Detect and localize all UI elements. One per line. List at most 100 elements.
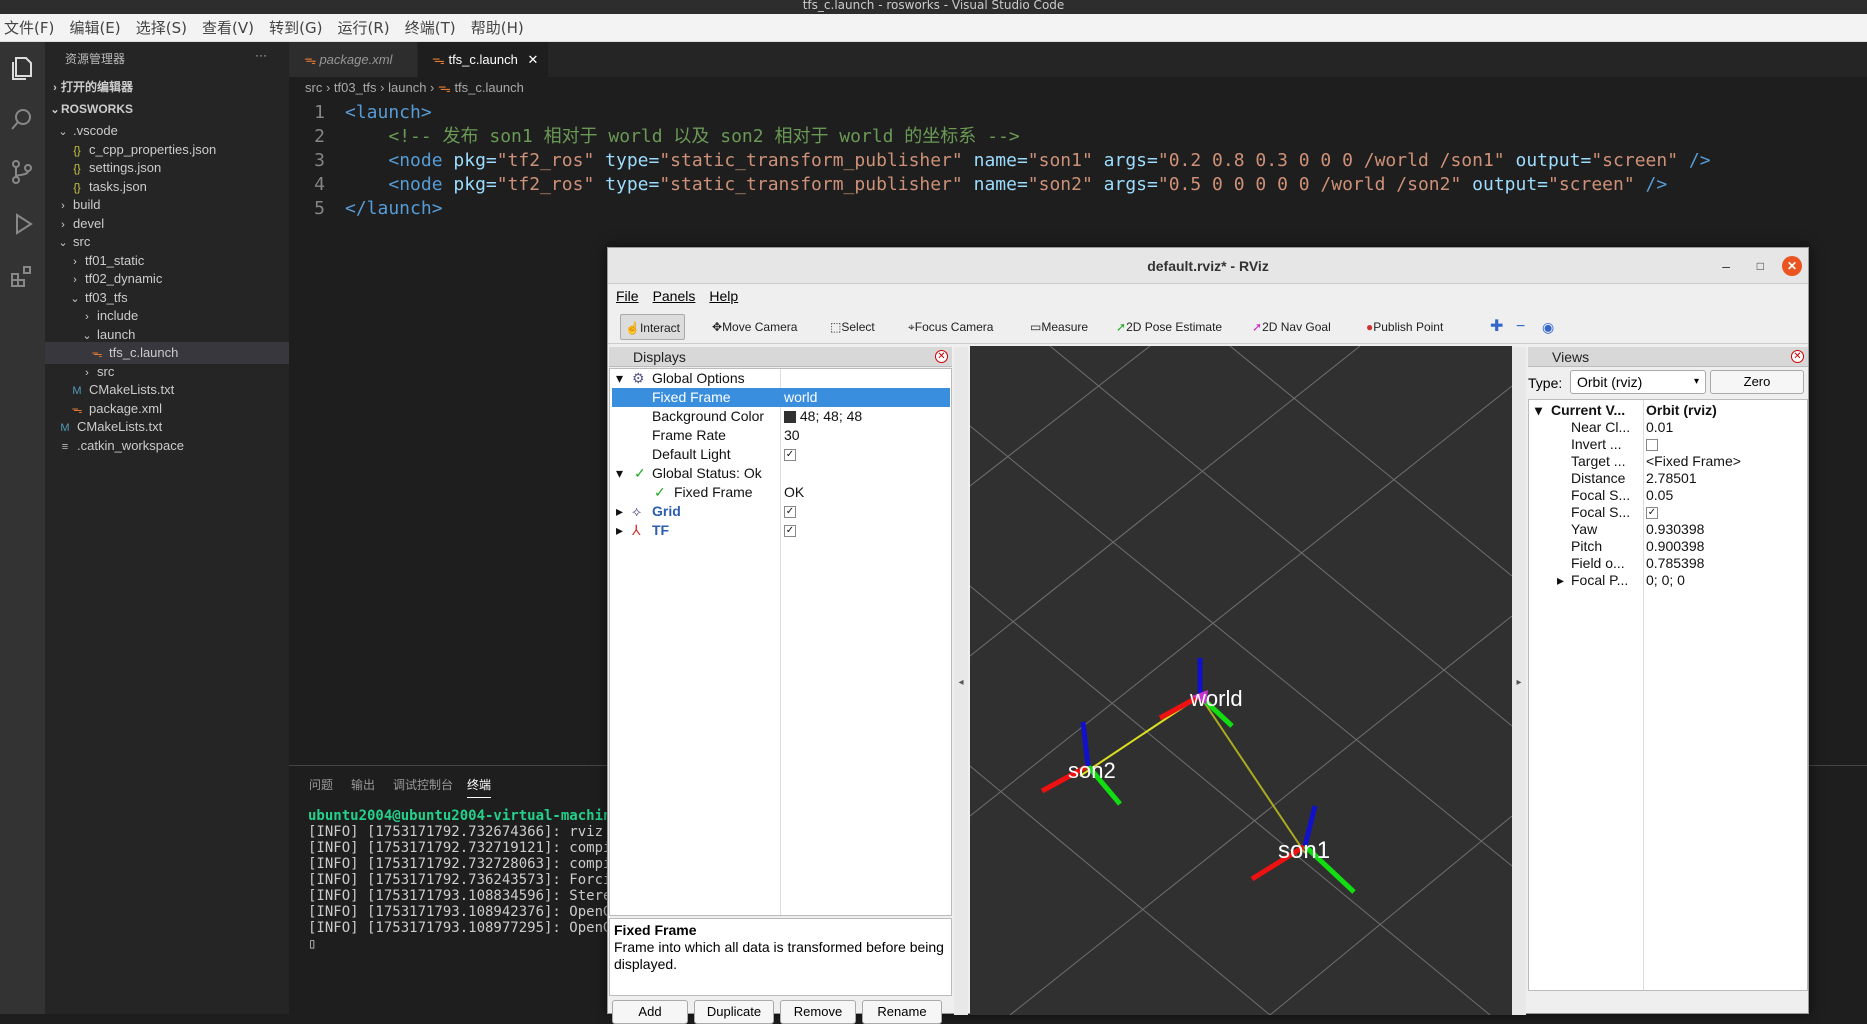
close-icon[interactable]: ✕ [935,350,948,363]
tab-tfs-c-launch[interactable]: ᯓ tfs_c.launch ✕ [418,42,548,77]
breadcrumb-item[interactable]: tfs_c.launch [454,80,523,95]
tool-2d-pose-estimate[interactable]: ➚2D Pose Estimate [1112,314,1226,340]
close-icon[interactable]: ✕ [527,52,538,67]
panel-tab-debug-console[interactable]: 调试控制台 [393,776,453,793]
display-row-grid[interactable]: ▸ ⟡ Grid ✓ [612,502,950,521]
breadcrumb-item[interactable]: launch [388,80,426,95]
panel-tab-output[interactable]: 输出 [351,776,375,793]
frame-world[interactable]: world [1158,658,1243,728]
tf-scene[interactable]: world son2 son1 [970,346,1512,1015]
eye-icon[interactable]: ◉ [1538,314,1558,340]
remove-display-button[interactable]: Remove [780,1000,856,1024]
source-control-icon[interactable] [8,158,36,186]
breadcrumb-item[interactable]: tf03_tfs [334,80,377,95]
open-editors-section[interactable]: › 打开的编辑器 [45,76,289,98]
invert-checkbox[interactable] [1646,439,1658,452]
code-line[interactable]: 3 <node pkg="tf2_ros" type="static_trans… [289,149,1867,173]
grid-checkbox[interactable]: ✓ [784,506,796,519]
default-light-checkbox[interactable]: ✓ [784,449,796,462]
tool-2d-nav-goal[interactable]: ➚2D Nav Goal [1248,314,1335,340]
extensions-icon[interactable] [8,262,36,290]
panel-tab-terminal[interactable]: 终端 [467,776,492,798]
remove-tool-icon[interactable]: − [1512,314,1529,340]
tool-move-camera[interactable]: ✥Move Camera [708,314,801,340]
menu-terminal[interactable]: 终端(T) [401,14,462,36]
add-display-button[interactable]: Add [612,1000,688,1024]
view-type-select[interactable]: Orbit (rviz) ▾ [1570,370,1706,394]
tool-select[interactable]: ⬚Select [826,314,879,340]
display-row-background-color[interactable]: Background Color 48; 48; 48 [612,407,950,426]
minimize-icon[interactable]: – [1722,248,1730,284]
tool-interact[interactable]: ☝Interact [620,314,685,340]
explorer-icon[interactable] [8,54,36,82]
tool-measure[interactable]: ▭Measure [1026,314,1092,340]
tool-focus-camera[interactable]: ⌖Focus Camera [904,314,997,340]
code-line[interactable]: 2 <!-- 发布 son1 相对于 world 以及 son2 相对于 wor… [289,125,1867,149]
code-line[interactable]: 1 <launch> [289,101,1867,125]
menu-edit[interactable]: 编辑(E) [65,14,126,36]
dropdown-arrow-icon: ▾ [1693,376,1699,387]
maximize-icon[interactable]: □ [1757,248,1764,284]
view-row[interactable]: Focal S... 0.05 [1531,487,1798,504]
display-row-default-light[interactable]: Default Light ✓ [612,445,950,464]
menu-view[interactable]: 查看(V) [198,14,260,36]
rviz-3d-viewport[interactable]: world son2 son1 [970,346,1512,1015]
file-file-icon: ≡ [61,440,69,453]
menu-run[interactable]: 运行(R) [334,14,396,36]
rviz-menu-file[interactable]: File [608,284,645,304]
view-row[interactable]: Yaw 0.930398 [1531,521,1798,538]
terminal-line: [INFO] [1753171793.108942376]: OpenGL [308,904,629,920]
code-line[interactable]: 4 <node pkg="tf2_ros" type="static_trans… [289,173,1867,197]
menu-help[interactable]: 帮助(H) [467,14,530,36]
rviz-menu-panels[interactable]: Panels [645,284,702,304]
tf-checkbox[interactable]: ✓ [784,525,796,538]
collapse-left-handle[interactable]: ◂ [954,347,968,1015]
view-row[interactable]: Field o... 0.785398 [1531,555,1798,572]
view-row[interactable]: Near Cl... 0.01 [1531,419,1798,436]
color-swatch[interactable] [784,411,796,424]
view-row[interactable]: ▸ Focal P... 0; 0; 0 [1531,572,1798,589]
view-row[interactable]: Pitch 0.900398 [1531,538,1798,555]
add-tool-icon[interactable]: ✚ [1486,314,1507,340]
run-debug-icon[interactable] [8,210,36,238]
display-row-frame-rate[interactable]: Frame Rate 30 [612,426,950,445]
collapse-right-handle[interactable]: ▸ [1512,347,1526,1015]
chevron-down-icon: ▾ [616,370,624,386]
zero-view-button[interactable]: Zero [1710,370,1804,394]
code-line[interactable]: 5 </launch> [289,197,1867,221]
display-row-tf[interactable]: ▸ ⅄ TF ✓ [612,521,950,540]
rviz-menu-help[interactable]: Help [701,284,744,304]
menu-selection[interactable]: 选择(S) [132,14,193,36]
workspace-section[interactable]: ⌄ROSWORKS [45,98,289,120]
display-row-global-status[interactable]: ▾ ✓ Global Status: Ok [612,464,950,483]
panel-tab-problems[interactable]: 问题 [309,776,333,793]
view-row[interactable]: Distance 2.78501 [1531,470,1798,487]
terminal-line: [INFO] [1753171793.108834596]: Stereo [308,888,629,904]
menu-bar: 文件(F) 编辑(E) 选择(S) 查看(V) 转到(G) 运行(R) 终端(T… [0,14,1867,42]
view-row[interactable]: Focal S... ✓ [1531,504,1798,521]
display-row-fixed-frame[interactable]: Fixed Frame world [612,388,950,407]
menu-go[interactable]: 转到(G) [265,14,328,36]
close-icon[interactable]: ✕ [1791,350,1804,363]
rename-display-button[interactable]: Rename [862,1000,942,1024]
close-icon[interactable]: ✕ [1782,256,1802,276]
explorer-more-button[interactable]: ··· [255,48,267,62]
duplicate-display-button[interactable]: Duplicate [694,1000,774,1024]
terminal-line: [INFO] [1753171792.732674366]: rviz ve [308,824,629,840]
search-icon[interactable] [8,106,36,134]
tree-item[interactable]: ≡ .catkin_workspace [45,435,289,457]
view-row[interactable]: Target ... <Fixed Frame> [1531,453,1798,470]
breadcrumb-item[interactable]: src [305,80,322,95]
terminal-cursor[interactable]: ▯ [308,936,316,952]
menu-file[interactable]: 文件(F) [0,14,60,36]
view-row[interactable]: Invert ... [1531,436,1798,453]
pose-arrow-icon: ➚ [1116,320,1127,334]
frame-son1[interactable]: son1 [1250,805,1356,894]
display-row-global-options[interactable]: ▾ ⚙ Global Options [612,369,950,388]
focal-shape-checkbox[interactable]: ✓ [1646,507,1658,520]
display-row-status-fixed-frame[interactable]: ✓ Fixed Frame OK [612,483,950,502]
tab-package-xml[interactable]: ᯓ package.xml [289,42,417,77]
tool-publish-point[interactable]: ●Publish Point [1362,314,1447,340]
view-row[interactable]: ▾ Current V... Orbit (rviz) [1531,402,1798,419]
frame-son2[interactable]: son2 [1040,721,1122,806]
